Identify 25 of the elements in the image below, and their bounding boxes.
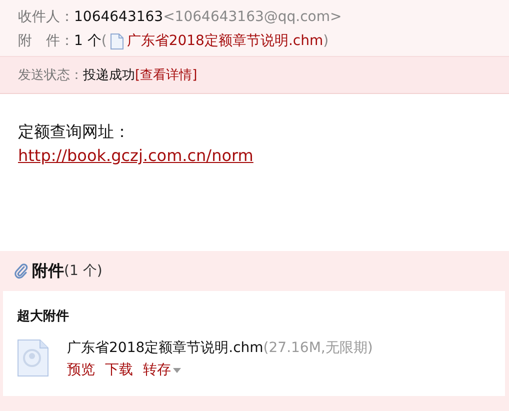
status-value: 投递成功 (83, 67, 135, 84)
parenthesis: ( (101, 33, 107, 49)
attachments-count: (1 个) (64, 262, 102, 280)
group-title: 超大附件 (17, 308, 69, 325)
file-info: (27.16M,无限期) (263, 340, 373, 356)
body-text: 定额查询网址： (18, 121, 131, 143)
attachment-count: 1 个 (74, 32, 102, 50)
recipient-name: 1064643163 (74, 9, 164, 25)
paperclip-icon (14, 263, 28, 279)
status-label: 发送状态： (18, 67, 83, 84)
file-name: 广东省2018定额章节说明.chm (67, 340, 264, 356)
attachment-link[interactable]: 广东省2018定额章节说明.chm (126, 32, 324, 50)
caret-icon[interactable] (173, 368, 181, 372)
parenthesis: ) (323, 33, 329, 49)
details-link[interactable]: [查看详情] (135, 66, 198, 84)
action-link[interactable]: 下载 (105, 361, 133, 379)
attachments-title: 附件 (32, 260, 64, 282)
recipient-label: 收件人： (18, 8, 74, 26)
attachment-label: 附 件： (18, 32, 74, 50)
file-icon (17, 339, 49, 377)
url-link[interactable]: http://book.gczj.com.cn/norm (18, 146, 254, 165)
recipient-email: <1064643163@qq.com> (163, 9, 342, 25)
file-icon (110, 32, 124, 50)
action-link[interactable]: 预览 (67, 361, 95, 379)
action-link[interactable]: 转存 (143, 361, 171, 379)
